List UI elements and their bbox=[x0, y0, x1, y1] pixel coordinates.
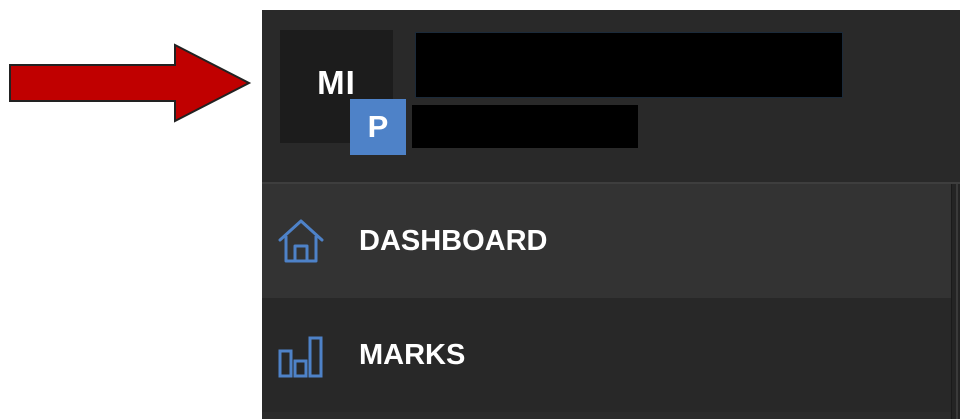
pointer-arrow bbox=[9, 43, 252, 123]
nav-label-dashboard: DASHBOARD bbox=[359, 224, 548, 257]
nav-label-marks: MARKS bbox=[359, 338, 466, 371]
profile-badge: P bbox=[350, 99, 406, 155]
profile-header: MI P bbox=[262, 10, 960, 184]
redacted-role bbox=[412, 105, 638, 148]
avatar-initials: MI bbox=[317, 63, 356, 101]
nav-item-marks[interactable]: MARKS bbox=[262, 298, 952, 412]
nav-item-dashboard[interactable]: DASHBOARD bbox=[262, 184, 952, 298]
redacted-name bbox=[415, 32, 843, 98]
sidebar: MI P DASHBOARD MARKS bbox=[262, 10, 960, 419]
bar-chart-icon bbox=[278, 336, 323, 378]
home-icon bbox=[278, 219, 324, 263]
scrollbar[interactable] bbox=[951, 184, 960, 419]
